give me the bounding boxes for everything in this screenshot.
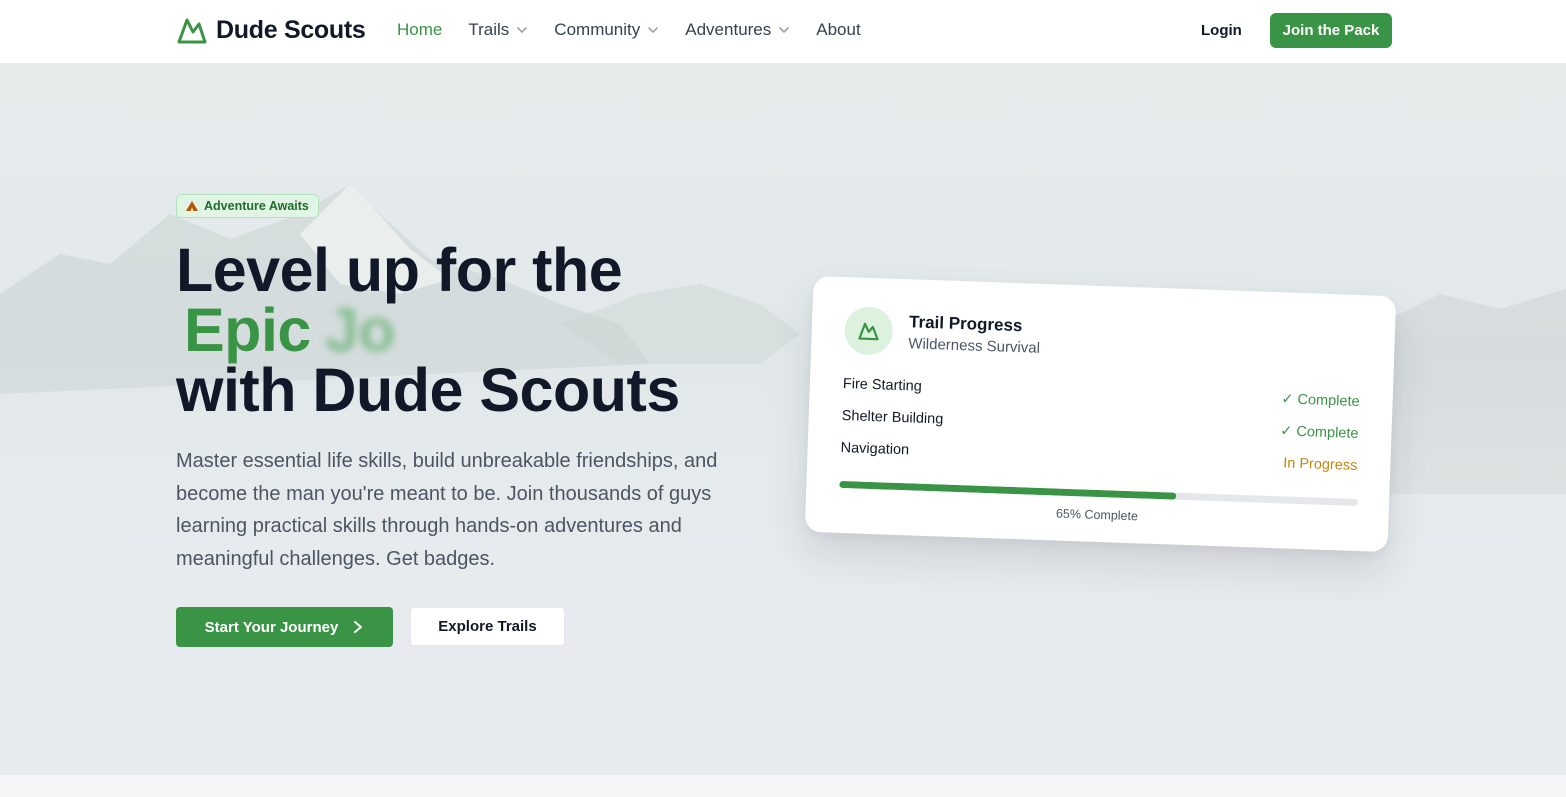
nav-home[interactable]: Home <box>397 20 442 40</box>
skill-row: Shelter Building ✓ Complete <box>841 408 1358 446</box>
chevron-down-icon <box>779 27 790 33</box>
brand-name: Dude Scouts <box>216 15 366 44</box>
brand-logo-link[interactable]: Dude Scouts <box>176 15 366 45</box>
mountain-logo-icon <box>177 18 207 44</box>
mountain-icon <box>858 322 879 341</box>
explore-trails-button[interactable]: Explore Trails <box>410 607 565 646</box>
next-section-edge <box>0 775 1566 797</box>
hero-description: Master essential life skills, build unbr… <box>176 450 718 570</box>
skill-status: In Progress <box>1282 455 1358 474</box>
chevron-down-icon <box>648 27 659 33</box>
nav-about[interactable]: About <box>816 20 860 40</box>
nav-community-label: Community <box>554 20 641 39</box>
skill-name: Fire Starting <box>842 375 923 395</box>
nav-adventures[interactable]: Adventures <box>685 20 790 40</box>
nav-community[interactable]: Community <box>554 20 659 40</box>
hero-headline: Level up for the Epic Jo with Dude Scouts <box>176 236 816 424</box>
headline-line-1: Level up for the <box>176 236 623 304</box>
chevron-down-icon <box>517 27 528 33</box>
nav-trails[interactable]: Trails <box>468 20 528 40</box>
login-link[interactable]: Login <box>1201 22 1242 39</box>
trail-progress-card: Trail Progress Wilderness Survival Fire … <box>804 275 1397 553</box>
nav-home-label: Home <box>397 20 443 39</box>
skill-name: Shelter Building <box>841 407 944 428</box>
top-nav: Dude Scouts Home Trails Community Advent… <box>0 0 1566 64</box>
skill-row: Fire Starting ✓ Complete <box>842 375 1360 414</box>
main-nav: Home Trails Community Adventures About <box>397 20 887 40</box>
skill-status: ✓ Complete <box>1279 423 1359 443</box>
tent-icon <box>186 201 198 211</box>
chevron-right-icon <box>354 621 363 633</box>
nav-adventures-label: Adventures <box>685 20 772 39</box>
card-title: Trail Progress <box>908 312 1023 336</box>
card-subtitle: Wilderness Survival <box>908 335 1041 357</box>
skill-row: Navigation In Progress <box>840 440 1357 478</box>
headline-line-3: with Dude Scouts <box>176 356 680 424</box>
nav-about-label: About <box>816 20 861 39</box>
badge-label: Adventure Awaits <box>204 199 309 213</box>
nav-trails-label: Trails <box>468 20 510 39</box>
headline-line-2: Epic Jo <box>176 300 816 361</box>
headline-highlight: Epic <box>184 296 311 364</box>
progress-bar-fill <box>839 480 1177 500</box>
start-journey-button[interactable]: Start Your Journey <box>176 607 393 647</box>
skill-status: ✓ Complete <box>1281 391 1360 411</box>
card-avatar <box>843 306 894 356</box>
adventure-badge: Adventure Awaits <box>176 194 319 218</box>
hero-section: Adventure Awaits Level up for the Epic Jo… <box>0 64 1566 775</box>
join-the-pack-button[interactable]: Join the Pack <box>1270 13 1392 48</box>
start-journey-label: Start Your Journey <box>204 618 339 636</box>
headline-animated-word: Jo <box>324 296 396 364</box>
skill-name: Navigation <box>840 439 910 459</box>
